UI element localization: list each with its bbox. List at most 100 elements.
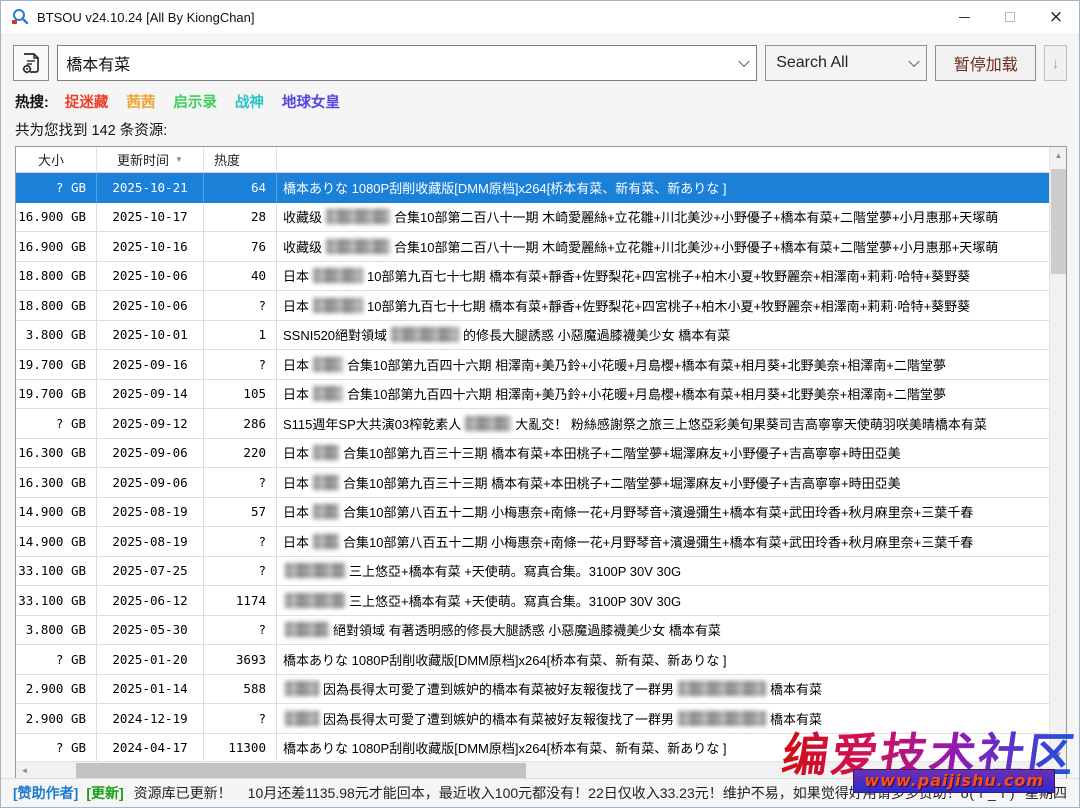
- size-cell: 18.800 GB: [16, 291, 97, 320]
- heat-cell: 28: [204, 203, 277, 232]
- download-arrow-button[interactable]: ↓: [1044, 45, 1067, 81]
- table-row[interactable]: 33.100 GB2025-07-25? 三上悠亞+橋本有菜 +天使萌。寫真合集…: [16, 557, 1049, 587]
- search-input[interactable]: [58, 46, 756, 80]
- censored-blur: [285, 593, 345, 608]
- title-text: 大亂交！ 粉絲感謝祭之旅三上悠亞彩美旬果葵司吉高寧寧天使萌羽咲美晴橋本有菜: [515, 414, 987, 433]
- censored-blur: [313, 357, 343, 372]
- censored-blur: [313, 298, 363, 313]
- header-size[interactable]: 大小: [16, 147, 97, 172]
- title-cell: 橋本ありな 1080P刮削收藏版[DMM原档]x264[桥本有菜、新有菜、新あり…: [277, 173, 1049, 202]
- search-scope-select[interactable]: Search All: [765, 45, 927, 81]
- table-row[interactable]: 14.900 GB2025-08-19?日本合集10部第八百五十二期 小梅惠奈+…: [16, 527, 1049, 557]
- update-link[interactable]: [更新]: [86, 783, 123, 803]
- title-cell: 日本 合集10部第九百三十三期 橋本有菜+本田桃子+二階堂夢+堀澤麻友+小野優子+…: [277, 439, 1049, 468]
- heat-cell: 105: [204, 380, 277, 409]
- settings-button[interactable]: [13, 45, 49, 81]
- table-row[interactable]: 16.300 GB2025-09-06220日本合集10部第九百三十三期 橋本有…: [16, 439, 1049, 469]
- title-text: 日本: [283, 473, 309, 492]
- header-date[interactable]: 更新时间 ▼: [97, 147, 204, 172]
- header-title[interactable]: [277, 147, 1049, 172]
- title-cell: S115週年SP大共演03榨乾素人 大亂交！ 粉絲感謝祭之旅三上悠亞彩美旬果葵司吉…: [277, 409, 1049, 438]
- size-cell: 2.900 GB: [16, 704, 97, 733]
- date-cell: 2025-01-20: [97, 645, 204, 674]
- title-text: 合集10部第二百八十一期 木崎愛麗絲+立花雛+川北美沙+小野優子+橋本有菜+二階…: [394, 207, 998, 226]
- date-cell: 2025-10-16: [97, 232, 204, 261]
- result-count: 共为您找到 142 条资源:: [1, 114, 1079, 146]
- title-cell: 日本合集10部第八百五十二期 小梅惠奈+南條一花+月野琴音+濱邊彌生+橋本有菜+…: [277, 527, 1049, 556]
- table-row[interactable]: ? GB2025-01-203693橋本ありな 1080P刮削收藏版[DMM原档…: [16, 645, 1049, 675]
- censored-blur: [678, 681, 766, 696]
- title-text: 因為長得太可愛了遭到嫉妒的橋本有菜被好友報復找了一群男: [323, 709, 674, 728]
- scroll-up-icon[interactable]: ▲: [1050, 147, 1067, 164]
- table-row[interactable]: 16.900 GB2025-10-1728收藏级合集10部第二百八十一期 木崎愛…: [16, 203, 1049, 233]
- censored-blur: [313, 534, 339, 549]
- chevron-down-icon: [909, 56, 920, 67]
- heat-cell: 588: [204, 675, 277, 704]
- table-row[interactable]: 3.800 GB2025-10-011SSNI520絕對領域 的修長大腿誘惑 小…: [16, 321, 1049, 351]
- sponsor-link[interactable]: [赞助作者]: [13, 783, 78, 803]
- table-row[interactable]: 14.900 GB2025-08-1957日本合集10部第八百五十二期 小梅惠奈…: [16, 498, 1049, 528]
- date-cell: 2024-04-17: [97, 734, 204, 763]
- title-cell: 三上悠亞+橋本有菜 +天使萌。寫真合集。3100P 30V 30G: [277, 586, 1049, 615]
- table-body: ? GB2025-10-2164橋本ありな 1080P刮削收藏版[DMM原档]x…: [16, 173, 1066, 763]
- hot-search-link-0[interactable]: 捉迷藏: [65, 91, 109, 112]
- title-text: 日本: [283, 266, 309, 285]
- date-cell: 2024-12-19: [97, 704, 204, 733]
- table-row[interactable]: ? GB2025-10-2164橋本ありな 1080P刮削收藏版[DMM原档]x…: [16, 173, 1049, 203]
- horizontal-scrollbar[interactable]: ◄ ►: [16, 761, 1051, 778]
- title-text: S115週年SP大共演03榨乾素人: [283, 414, 461, 433]
- table-row[interactable]: 33.100 GB2025-06-121174 三上悠亞+橋本有菜 +天使萌。寫…: [16, 586, 1049, 616]
- title-cell: 三上悠亞+橋本有菜 +天使萌。寫真合集。3100P 30V 30G: [277, 557, 1049, 586]
- header-heat[interactable]: 热度: [204, 147, 277, 172]
- size-cell: 33.100 GB: [16, 586, 97, 615]
- close-icon: ×: [1049, 9, 1063, 26]
- table-row[interactable]: ? GB2024-04-1711300橋本ありな 1080P刮削收藏版[DMM原…: [16, 734, 1049, 764]
- censored-blur: [391, 327, 459, 342]
- pause-load-button[interactable]: 暂停加载: [935, 45, 1036, 81]
- hot-search-link-4[interactable]: 地球女皇: [282, 91, 340, 112]
- title-text: 日本: [283, 443, 309, 462]
- title-cell: 日本10部第九百七十七期 橋本有菜+靜香+佐野梨花+四宮桃子+柏木小夏+牧野麗奈…: [277, 291, 1049, 320]
- vertical-scroll-thumb[interactable]: [1051, 169, 1066, 274]
- heat-cell: 286: [204, 409, 277, 438]
- censored-blur: [285, 622, 329, 637]
- title-text: 合集10部第九百四十六期 相澤南+美乃鈴+小花暖+月島櫻+橋本有菜+相月葵+北野…: [347, 355, 946, 374]
- hot-search-link-1[interactable]: 茜茜: [126, 91, 155, 112]
- title-text: 日本: [283, 502, 309, 521]
- maximize-button[interactable]: [987, 1, 1033, 33]
- results-table: 大小 更新时间 ▼ 热度 ? GB2025-10-2164橋本ありな 1080P…: [15, 146, 1067, 779]
- censored-blur: [326, 209, 390, 224]
- table-row[interactable]: 2.900 GB2024-12-19? 因為長得太可愛了遭到嫉妒的橋本有菜被好友…: [16, 704, 1049, 734]
- date-cell: 2025-10-06: [97, 291, 204, 320]
- title-text: 合集10部第九百三十三期 橋本有菜+本田桃子+二階堂夢+堀澤麻友+小野優子+吉高…: [343, 443, 901, 462]
- table-row[interactable]: 16.900 GB2025-10-1676收藏级合集10部第二百八十一期 木崎愛…: [16, 232, 1049, 262]
- table-row[interactable]: 3.800 GB2025-05-30?絕對領域 有著透明感的修長大腿誘惑 小惡魔…: [16, 616, 1049, 646]
- size-cell: 3.800 GB: [16, 321, 97, 350]
- title-text: 橋本ありな 1080P刮削收藏版[DMM原档]x264[桥本有菜、新有菜、新あり…: [283, 738, 727, 757]
- scroll-left-icon[interactable]: ◄: [16, 762, 33, 779]
- title-text: 10部第九百七十七期 橋本有菜+靜香+佐野梨花+四宮桃子+柏木小夏+牧野麗奈+相…: [367, 266, 970, 285]
- date-cell: 2025-10-21: [97, 173, 204, 202]
- table-row[interactable]: 2.900 GB2025-01-14588 因為長得太可愛了遭到嫉妒的橋本有菜被…: [16, 675, 1049, 705]
- vertical-scrollbar[interactable]: ▲ ▼: [1049, 147, 1066, 763]
- table-row[interactable]: 18.800 GB2025-10-0640日本10部第九百七十七期 橋本有菜+靜…: [16, 262, 1049, 292]
- date-cell: 2025-09-12: [97, 409, 204, 438]
- minimize-button[interactable]: [941, 1, 987, 33]
- close-button[interactable]: ×: [1033, 1, 1079, 33]
- hot-search-link-3[interactable]: 战神: [235, 91, 264, 112]
- sort-desc-icon: ▼: [175, 155, 183, 164]
- hot-search-link-2[interactable]: 启示录: [173, 91, 217, 112]
- size-cell: 3.800 GB: [16, 616, 97, 645]
- date-cell: 2025-10-17: [97, 203, 204, 232]
- table-row[interactable]: 16.300 GB2025-09-06?日本合集10部第九百三十三期 橋本有菜+…: [16, 468, 1049, 498]
- table-row[interactable]: 18.800 GB2025-10-06?日本10部第九百七十七期 橋本有菜+靜香…: [16, 291, 1049, 321]
- app-window: BTSOU v24.10.24 [All By KiongChan] ×: [0, 0, 1080, 808]
- table-row[interactable]: 19.700 GB2025-09-16?日本合集10部第九百四十六期 相澤南+美…: [16, 350, 1049, 380]
- table-row[interactable]: ? GB2025-09-12286S115週年SP大共演03榨乾素人大亂交！ 粉…: [16, 409, 1049, 439]
- table-row[interactable]: 19.700 GB2025-09-14105日本合集10部第九百四十六期 相澤南…: [16, 380, 1049, 410]
- title-text: 日本: [283, 296, 309, 315]
- title-text: SSNI520絕對領域: [283, 325, 387, 344]
- horizontal-scroll-thumb[interactable]: [76, 763, 526, 778]
- table-header: 大小 更新时间 ▼ 热度: [16, 147, 1066, 173]
- title-text: 橋本有菜: [770, 709, 822, 728]
